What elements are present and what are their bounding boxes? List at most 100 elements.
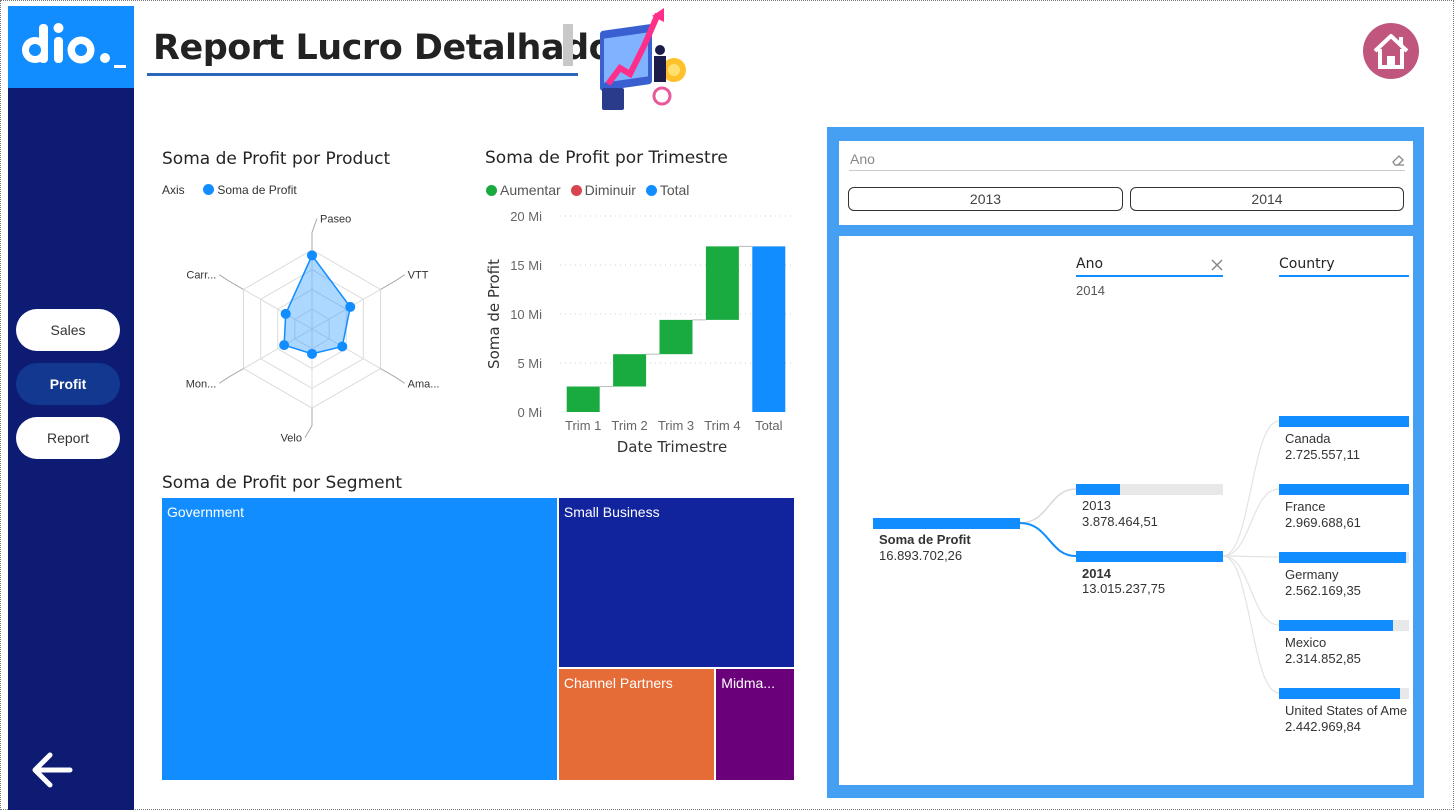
- radar-category-label: Mon...: [186, 378, 217, 390]
- year-2014-value: 13.015.237,75: [1082, 581, 1166, 596]
- country-bar: [1279, 552, 1407, 563]
- nav-report-label: Report: [46, 430, 90, 446]
- dio-logo: [22, 23, 126, 68]
- waterfall-xtick: Trim 2: [611, 418, 647, 433]
- country-bar: [1279, 484, 1409, 495]
- country-label: United States of Ame: [1285, 703, 1408, 718]
- treemap-cell[interactable]: Small Business: [558, 498, 794, 668]
- arrow-left-icon: [32, 752, 73, 788]
- waterfall-bar: [566, 386, 600, 412]
- logo: [8, 6, 134, 88]
- waterfall-bar: [752, 246, 786, 412]
- radar-label-leader: [380, 274, 405, 290]
- level-ano-header: Ano: [1076, 256, 1223, 277]
- country-bar-track[interactable]: [1279, 484, 1409, 495]
- year-2014-bar: [1076, 551, 1223, 562]
- level-country-title: Country: [1279, 256, 1335, 272]
- connector-2014-country: [1222, 555, 1280, 694]
- connector-root-2014: [1019, 522, 1077, 557]
- treemap-cell[interactable]: Channel Partners: [558, 669, 715, 780]
- radar-label-leader: [219, 274, 244, 290]
- root-value: 16.893.702,26: [879, 548, 963, 563]
- waterfall-ytick: 5 Mi: [517, 356, 542, 371]
- slicer-title: Ano: [850, 151, 875, 167]
- country-bar: [1279, 688, 1400, 699]
- nav-sales-button[interactable]: Sales: [16, 309, 120, 351]
- home-icon: [1373, 34, 1409, 69]
- growth-chart-illustration: [600, 8, 686, 110]
- radar-category-label: VTT: [408, 270, 429, 282]
- waterfall-chart[interactable]: 0 Mi 5 Mi 10 Mi 15 Mi 20 Mi Trim 1 Trim 2 Trim …: [480, 200, 800, 460]
- slicer-option-label: 2014: [1251, 191, 1283, 207]
- root-bar[interactable]: [873, 518, 1020, 529]
- connector-2014-country: [1222, 420, 1280, 557]
- year-slicer[interactable]: Ano 2013 2014: [839, 141, 1413, 225]
- country-bar-track[interactable]: [1279, 620, 1409, 631]
- legend-increase-label: Aumentar: [500, 182, 561, 198]
- treemap-cell[interactable]: Midma...: [716, 669, 794, 780]
- root-label: Soma de Profit: [879, 532, 971, 547]
- slicer-option-label: 2013: [969, 191, 1002, 207]
- treemap-chart[interactable]: Government Small Business Channel Partners…: [162, 498, 794, 780]
- country-value: 2.314.852,85: [1285, 651, 1361, 666]
- title-underline: [147, 73, 578, 76]
- country-label: France: [1285, 499, 1326, 514]
- radar-legend-dot: [203, 184, 215, 195]
- radar-legend-axis: Axis: [162, 183, 185, 197]
- waterfall-ylabel: Soma de Profit: [485, 259, 503, 369]
- title-cursor-bar: [563, 24, 573, 66]
- radar-label-leader: [380, 368, 405, 384]
- back-button[interactable]: [30, 750, 74, 790]
- nav-profit-label: Profit: [49, 376, 87, 392]
- country-value: 2.562.169,35: [1285, 583, 1361, 598]
- nav-profit-button[interactable]: Profit: [16, 363, 120, 405]
- year-2013-label: 2013: [1082, 498, 1111, 513]
- treemap-title: Soma de Profit por Segment: [162, 473, 403, 493]
- radar-category-label: Velo: [281, 433, 302, 445]
- country-bar-track[interactable]: [1279, 416, 1409, 427]
- year-2013-bar-track[interactable]: [1076, 484, 1223, 495]
- radar-chart[interactable]: Paseo VTT Ama... Velo Mon... Carr...: [150, 205, 460, 445]
- home-button[interactable]: [1363, 23, 1419, 79]
- eraser-icon[interactable]: [1391, 153, 1405, 167]
- legend-decrease-dot: [570, 185, 582, 196]
- radar-point: [345, 301, 356, 312]
- waterfall-xtick: Trim 3: [658, 418, 694, 433]
- filter-panel: Ano 2013 2014 Ano 2014 Country Soma de P…: [827, 127, 1424, 798]
- waterfall-legend: Aumentar Diminuir Total: [486, 182, 689, 198]
- level-ano-filter: 2014: [1076, 283, 1105, 298]
- year-2014-label: 2014: [1082, 566, 1111, 581]
- slicer-option-2013[interactable]: 2013: [848, 187, 1123, 211]
- radar-point: [279, 340, 290, 351]
- waterfall-ytick: 20 Mi: [510, 209, 542, 224]
- waterfall-bar: [659, 319, 693, 355]
- radar-category-label: Ama...: [408, 378, 440, 390]
- waterfall-ytick: 15 Mi: [510, 258, 542, 273]
- sidebar: Sales Profit Report: [8, 6, 134, 810]
- treemap-cell[interactable]: Government: [162, 498, 557, 780]
- country-label: Germany: [1285, 567, 1339, 582]
- country-value: 2.969.688,61: [1285, 515, 1361, 530]
- radar-category-label: Carr...: [186, 270, 216, 282]
- country-value: 2.442.969,84: [1285, 719, 1361, 734]
- country-bar-track[interactable]: [1279, 552, 1409, 563]
- radar-label-leader: [311, 218, 318, 250]
- close-icon[interactable]: [1211, 259, 1223, 271]
- country-bar-track[interactable]: [1279, 688, 1409, 699]
- radar-category-label: Paseo: [320, 213, 351, 225]
- radar-point: [280, 308, 291, 319]
- country-value: 2.725.557,11: [1285, 447, 1360, 462]
- radar-point: [307, 348, 317, 359]
- nav-report-button[interactable]: Report: [16, 417, 120, 459]
- slicer-option-2014[interactable]: 2014: [1130, 187, 1404, 211]
- slicer-divider: [849, 170, 1405, 171]
- connector-2014-country: [1222, 555, 1280, 626]
- nav-sales-label: Sales: [50, 322, 86, 338]
- year-2014-bar-track[interactable]: [1076, 551, 1223, 562]
- waterfall-xtick: Trim 4: [704, 418, 740, 433]
- legend-decrease-label: Diminuir: [584, 182, 636, 198]
- decomposition-tree[interactable]: Ano 2014 Country Soma de Profit 16.893.7…: [839, 236, 1413, 785]
- year-2013-value: 3.878.464,51: [1082, 514, 1158, 529]
- connector-2014-country: [1222, 488, 1280, 557]
- radar-label-leader: [219, 368, 244, 384]
